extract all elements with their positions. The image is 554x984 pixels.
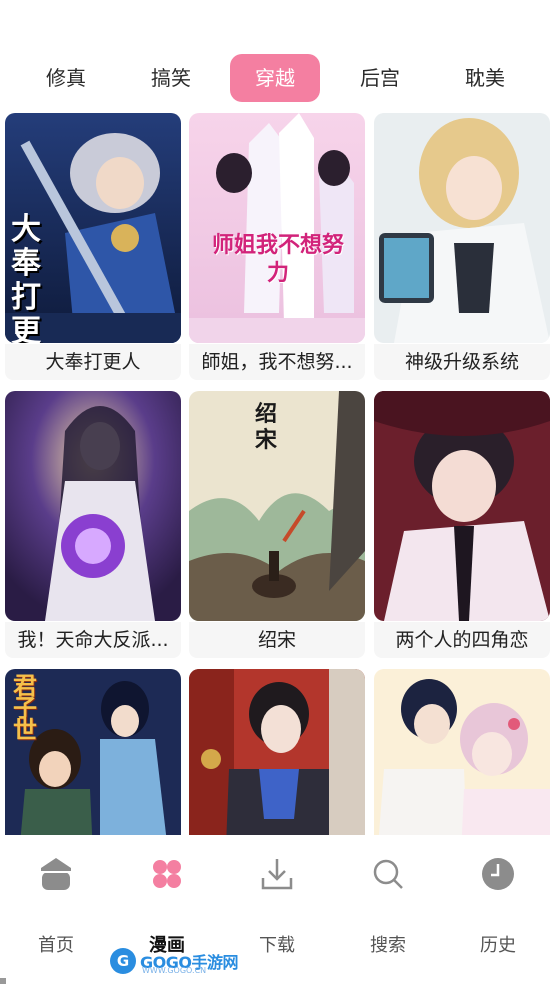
comic-cover[interactable]: 绍宋 xyxy=(189,391,365,621)
nav-comics[interactable]: 漫画 xyxy=(117,856,217,956)
download-icon xyxy=(261,859,293,890)
search-icon xyxy=(373,859,403,889)
comic-cover[interactable]: 大奉打更人 xyxy=(5,113,181,343)
nav-history[interactable]: 历史 xyxy=(448,856,548,956)
comic-title: 神级升级系统 xyxy=(374,344,550,380)
comic-card[interactable]: 神级升级系统 xyxy=(374,113,550,383)
comic-card[interactable] xyxy=(374,669,550,835)
nav-download[interactable]: 下载 xyxy=(227,856,327,956)
category-tabs: 修真 搞笑 穿越 后宫 耽美 xyxy=(0,54,554,102)
tab-hougong[interactable]: 后宫 xyxy=(338,54,422,102)
bottom-nav: 首页 漫画 下载 搜索 历史 xyxy=(0,836,554,984)
comic-grid-icon xyxy=(153,860,181,888)
nav-label: 搜索 xyxy=(370,935,406,956)
comic-cover[interactable]: 师姐我不想努力 xyxy=(189,113,365,343)
comic-grid: 大奉打更人 大奉打更人 师姐我不想努力 師姐，我不想努... xyxy=(0,113,554,835)
cover-title-text: 师姐我不想努力 xyxy=(211,232,344,286)
watermark-subtext: WWW.GOGO.CN xyxy=(142,966,207,975)
nav-home[interactable]: 首页 xyxy=(6,856,106,956)
comic-card[interactable] xyxy=(189,669,365,835)
cover-title-text: 大奉打更人 xyxy=(11,212,41,344)
tab-chuanyue[interactable]: 穿越 xyxy=(230,54,320,102)
watermark-logo: G GOGO手游网 WWW.GOGO.CN xyxy=(110,946,238,976)
cover-title-text: 君子世 xyxy=(13,671,37,744)
tab-danmei[interactable]: 耽美 xyxy=(443,54,527,102)
comic-card[interactable]: 师姐我不想努力 師姐，我不想努... xyxy=(189,113,365,383)
comic-card[interactable]: 我！天命大反派... xyxy=(5,391,181,661)
comic-cover[interactable] xyxy=(189,669,365,835)
tab-gaoxiao[interactable]: 搞笑 xyxy=(129,54,213,102)
comic-title: 師姐，我不想努... xyxy=(189,344,365,380)
cover-title-text: 绍宋 xyxy=(255,401,278,453)
watermark-logo-icon: G xyxy=(110,948,136,974)
tab-xiuzhen[interactable]: 修真 xyxy=(24,54,108,102)
home-icon xyxy=(41,858,71,890)
history-clock-icon xyxy=(482,858,514,890)
comic-title: 我！天命大反派... xyxy=(5,622,181,658)
comic-card[interactable]: 君子世 xyxy=(5,669,181,835)
nav-label: 首页 xyxy=(38,935,74,956)
comic-cover[interactable] xyxy=(374,113,550,343)
comic-card[interactable]: 大奉打更人 大奉打更人 xyxy=(5,113,181,383)
nav-label: 下载 xyxy=(259,935,295,956)
comic-cover[interactable]: 君子世 xyxy=(5,669,181,835)
comic-cover[interactable] xyxy=(374,669,550,835)
comic-title: 绍宋 xyxy=(189,622,365,658)
nav-search[interactable]: 搜索 xyxy=(338,856,438,956)
comic-title: 大奉打更人 xyxy=(5,344,181,380)
nav-label: 历史 xyxy=(480,935,516,956)
comic-cover[interactable] xyxy=(374,391,550,621)
comic-title: 两个人的四角恋 xyxy=(374,622,550,658)
comic-card[interactable]: 两个人的四角恋 xyxy=(374,391,550,661)
corner-mark xyxy=(0,978,6,984)
comic-cover[interactable] xyxy=(5,391,181,621)
comic-card[interactable]: 绍宋 绍宋 xyxy=(189,391,365,661)
